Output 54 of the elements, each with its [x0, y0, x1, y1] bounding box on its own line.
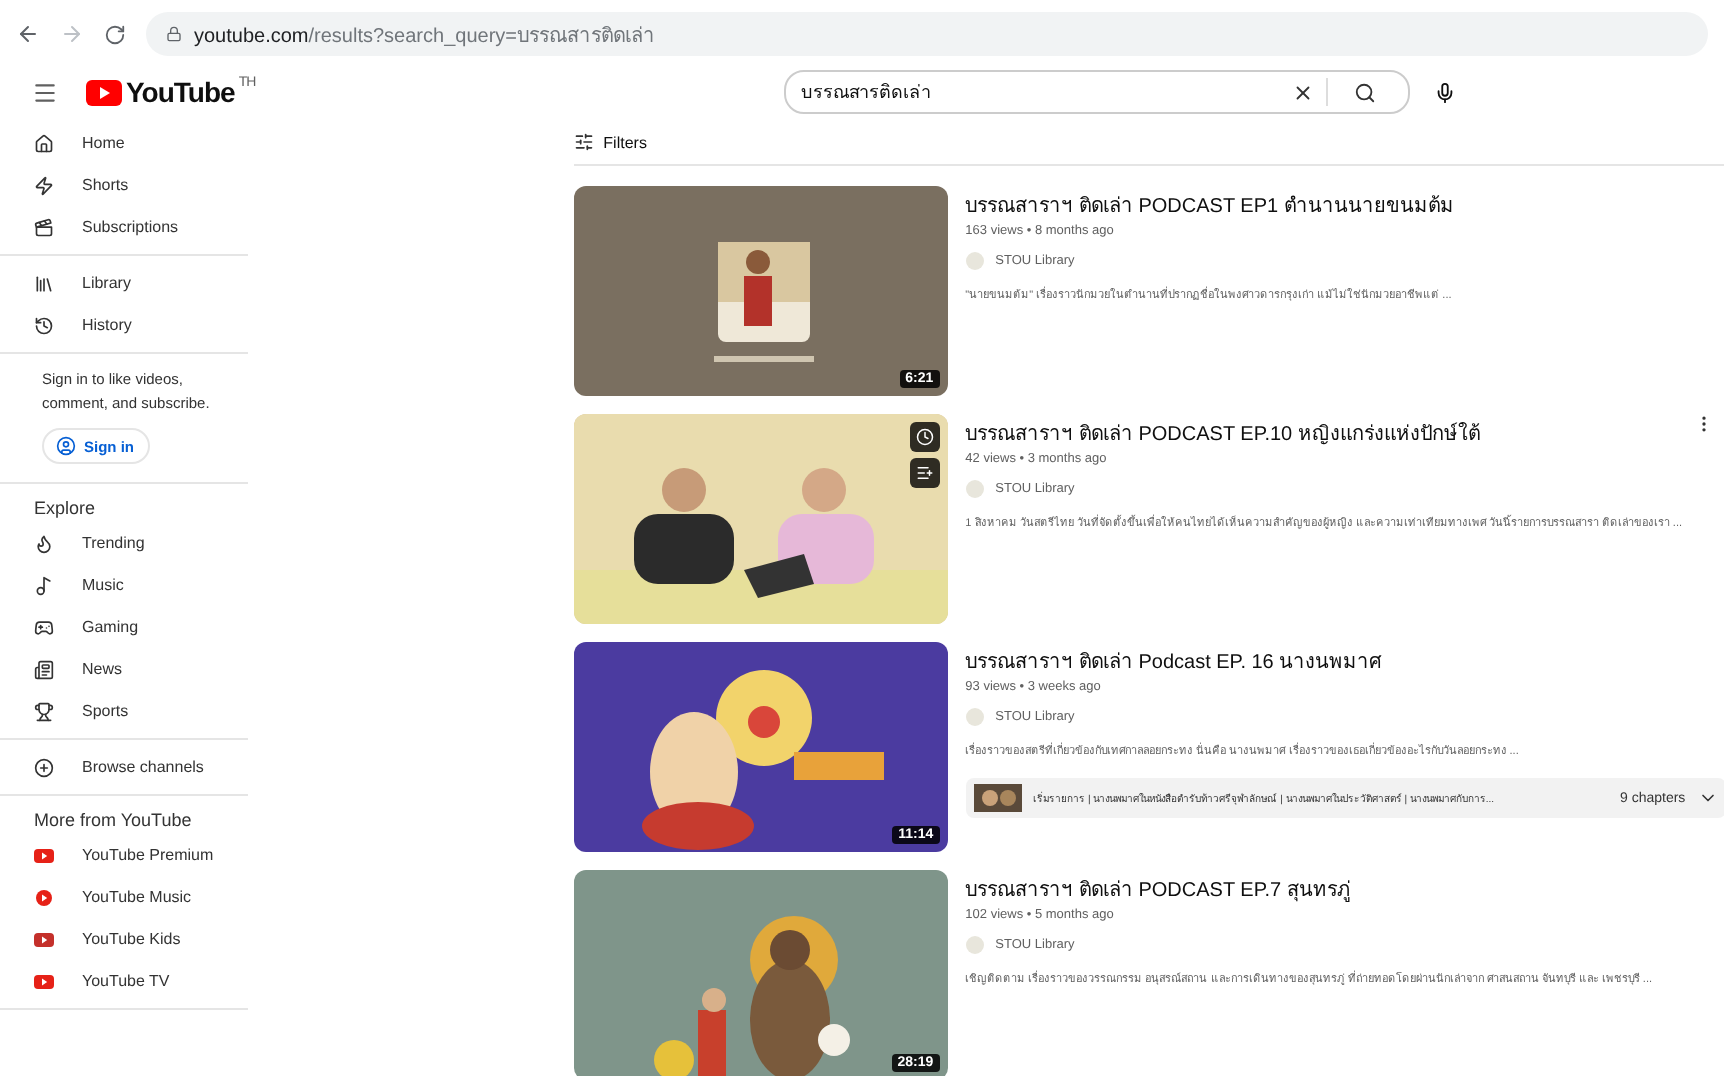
search-icon	[1354, 81, 1377, 103]
clock-icon	[915, 428, 934, 446]
product-logo-icon	[34, 931, 54, 947]
watch-later-button[interactable]	[909, 422, 940, 452]
sidebar-item[interactable]: News	[0, 648, 248, 690]
nav-icon	[34, 273, 54, 293]
nav-icon	[34, 217, 54, 237]
video-title[interactable]: บรรณสาราฯ ติดเล่า PODCAST EP.10 หญิงแกร่งแห่งปักษ์ใต้	[965, 418, 1724, 448]
microphone-icon[interactable]	[1433, 81, 1456, 103]
nav-icon	[34, 701, 54, 721]
sidebar-item[interactable]: YouTube TV	[0, 960, 248, 1002]
sidebar-item[interactable]: Home	[0, 122, 248, 164]
sidebar-item[interactable]: YouTube Kids	[0, 918, 248, 960]
clear-icon[interactable]	[1291, 81, 1314, 103]
sidebar-item[interactable]: YouTube Music	[0, 876, 248, 918]
section-title: Explore	[32, 496, 98, 522]
product-logo-icon	[34, 847, 54, 863]
lock-icon	[166, 26, 182, 42]
video-title[interactable]: บรรณสาราฯ ติดเล่า PODCAST EP1 ตำนานนายขนมต้ม	[965, 190, 1724, 220]
nav-icon	[34, 533, 54, 553]
reload-icon[interactable]	[104, 23, 126, 45]
sidebar-item[interactable]: Shorts	[0, 164, 248, 206]
queue-icon	[915, 464, 934, 482]
filter-icon[interactable]	[573, 132, 594, 152]
nav-icon	[34, 757, 54, 777]
sidebar-item[interactable]: History	[0, 304, 248, 346]
nav-icon	[34, 575, 54, 595]
menu-icon[interactable]	[32, 79, 58, 105]
filters-button[interactable]: Filters	[603, 133, 647, 151]
nav-icon	[34, 617, 54, 637]
video-title[interactable]: บรรณสาราฯ ติดเล่า PODCAST EP.7 สุนทรภู่	[965, 874, 1724, 904]
sidebar-item[interactable]: Library	[0, 262, 248, 304]
user-icon	[56, 436, 76, 456]
nav-icon	[34, 659, 54, 679]
nav-icon	[34, 133, 54, 153]
section-title: More from YouTube	[32, 808, 194, 834]
address-bar[interactable]: youtube.com/results?search_query=บรรณสารติดเล่า	[146, 12, 1708, 56]
nav-icon	[34, 175, 54, 195]
sidebar-item[interactable]: Gaming	[0, 606, 248, 648]
sidebar-item[interactable]: Subscriptions	[0, 206, 248, 248]
sidebar-item[interactable]: Sports	[0, 690, 248, 732]
back-icon[interactable]	[16, 22, 40, 46]
chapter-thumbnail	[973, 784, 1022, 812]
product-logo-icon	[34, 973, 54, 989]
url-text: youtube.com/results?search_query=บรรณสารติดเล่า	[194, 23, 655, 49]
video-title[interactable]: บรรณสาราฯ ติดเล่า Podcast EP. 16 นางนพมาศ	[965, 646, 1724, 676]
sidebar-item[interactable]: Trending	[0, 522, 248, 564]
add-to-queue-button[interactable]	[909, 458, 940, 488]
search-field[interactable]: บรรณสารติดเล่า	[783, 70, 1410, 114]
product-logo-icon	[34, 889, 54, 905]
sidebar-item[interactable]: Music	[0, 564, 248, 606]
nav-icon	[34, 315, 54, 335]
sidebar-item[interactable]: Browse channels	[0, 746, 248, 788]
sidebar-item[interactable]: YouTube Premium	[0, 834, 248, 876]
